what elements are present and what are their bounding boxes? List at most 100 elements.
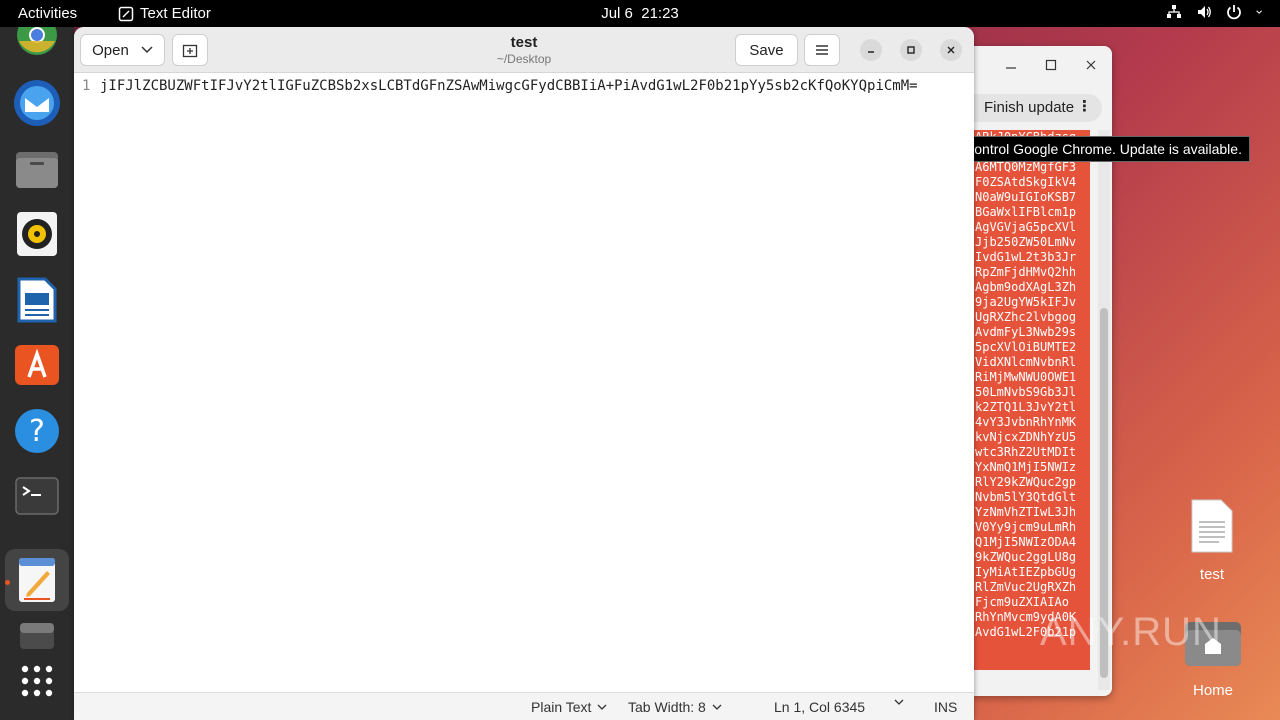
- minimize-icon: [868, 51, 874, 53]
- text-view[interactable]: 1 jIFJlZCBUZWFtIFJvY2tlIGFuZCBSb2xsLCBTd…: [74, 74, 974, 692]
- thunderbird-icon: [14, 80, 60, 126]
- selected-text-line: F0ZSAtdSkgIkV4: [975, 175, 1077, 189]
- line-number: 1: [82, 78, 91, 94]
- chrome-maximize-button[interactable]: [1040, 58, 1062, 74]
- desktop-home-label: Home: [1192, 682, 1233, 699]
- dock-terminal[interactable]: [11, 470, 63, 522]
- new-tab-button[interactable]: [172, 34, 208, 66]
- close-icon: [947, 46, 955, 54]
- selected-text-line: 4vY3JvbnRhYnMK: [975, 415, 1077, 429]
- dock-rhythmbox[interactable]: [11, 208, 63, 260]
- cursor-position[interactable]: Ln 1, Col 6345: [774, 699, 865, 715]
- dock-thunderbird[interactable]: [11, 77, 63, 129]
- selected-text-line: Agbm9odXAgL3Zh: [975, 280, 1077, 294]
- selected-text-line: k2ZTQ1L3JvY2tl: [975, 400, 1077, 414]
- chevron-down-icon: [1256, 10, 1262, 14]
- selected-text-line: kvNjcxZDNhYzU5: [975, 430, 1077, 444]
- activities-button[interactable]: Activities: [18, 5, 77, 22]
- text-editor-icon: [19, 558, 55, 602]
- maximize-icon: [1045, 59, 1057, 71]
- selected-text-line: V0Yy9jcm9uLmRh: [975, 520, 1077, 534]
- kebab-menu-icon[interactable]: ⋮: [1077, 97, 1092, 115]
- selected-text-line: 5pcXVlOiBUMTE2: [975, 340, 1077, 354]
- system-tray[interactable]: [1166, 4, 1266, 20]
- window-title: test ~/Desktop: [424, 34, 624, 66]
- power-icon: [1227, 5, 1241, 20]
- status-bar: Plain Text Tab Width: 8 Ln 1, Col 6345 I…: [74, 692, 974, 720]
- insert-mode-indicator[interactable]: INS: [934, 699, 957, 715]
- chevron-down-icon: [597, 704, 607, 710]
- text-file-icon: [1191, 499, 1233, 553]
- minimize-button[interactable]: [860, 39, 882, 61]
- selected-text-line: IvdG1wL2t3b3Jr: [975, 250, 1077, 264]
- selected-text-line: IyMiAtIEZpbGUg: [975, 565, 1077, 579]
- app-menu[interactable]: Text Editor: [118, 5, 211, 22]
- header-bar: Open test ~/Desktop Save: [74, 27, 974, 73]
- watermark: ANY.RUN: [1040, 610, 1222, 654]
- selected-text-line: RlY29kZWQuc2gp: [975, 475, 1077, 489]
- svg-text:?: ?: [29, 414, 45, 449]
- running-indicator: [5, 580, 10, 585]
- save-button[interactable]: Save: [735, 34, 798, 66]
- app-name: Text Editor: [140, 5, 211, 22]
- maximize-icon: [907, 46, 915, 54]
- writer-icon: [17, 277, 57, 323]
- main-menu-button[interactable]: [804, 34, 840, 66]
- app-grid-icon: [21, 665, 53, 697]
- clock-time[interactable]: 21:23: [641, 5, 679, 22]
- tab-width-selector[interactable]: Tab Width: 8: [628, 699, 722, 715]
- selected-text-panel: ARkJ0nYCBhdzsgdrICd7cHJpbnQgA6MTQ0MzMgfG…: [974, 130, 1090, 670]
- top-bar: Activities Text Editor Jul 6 21:23: [0, 0, 1280, 27]
- rhythmbox-icon: [17, 212, 57, 256]
- dock-show-apps[interactable]: [11, 655, 63, 707]
- chrome-close-button[interactable]: [1080, 58, 1102, 74]
- chrome-scrollbar[interactable]: [1098, 130, 1110, 690]
- desktop-file-test[interactable]: test: [1180, 498, 1244, 583]
- insert-mode-label: INS: [934, 699, 958, 715]
- selected-text-line: AgVGVjaG5pcXVl: [975, 220, 1077, 234]
- dock-files[interactable]: [11, 143, 63, 195]
- selected-text-line: YzNmVhZTIwL3Jh: [975, 505, 1077, 519]
- minimize-icon: [1006, 67, 1016, 69]
- tab-width-label: Tab Width: 8: [628, 699, 706, 715]
- clock-date[interactable]: Jul 6: [601, 5, 633, 22]
- open-button[interactable]: Open: [80, 34, 165, 66]
- close-button[interactable]: [940, 39, 962, 61]
- selected-text-line: Q1MjI5NWIzODA4: [975, 535, 1077, 549]
- selected-text-line: Fjcm9uZXIAIAo: [975, 595, 1069, 609]
- dock-drive[interactable]: [11, 617, 63, 655]
- language-selector[interactable]: Plain Text: [531, 699, 607, 715]
- hamburger-menu-icon: [816, 45, 828, 55]
- chrome-minimize-button[interactable]: [1000, 58, 1022, 74]
- selected-text-line: UgRXZhc2lvbgog: [975, 310, 1077, 324]
- selected-text-line: N0aW9uIGIoKSB7: [975, 190, 1077, 204]
- selected-text-line: RlZmVuc2UgRXZh: [975, 580, 1077, 594]
- selected-text-line: RpZmFjdHMvQ2hh: [975, 265, 1077, 279]
- selected-text-line: YxNmQ1MjI5NWIz: [975, 460, 1077, 474]
- dock-text-editor[interactable]: [5, 549, 69, 611]
- text-editor-small-icon: [118, 6, 134, 21]
- selected-text-line: RiMjMwNWU0OWE1: [975, 370, 1077, 384]
- chevron-down-icon: [894, 699, 904, 705]
- finish-update-button[interactable]: Finish update ⋮: [972, 94, 1102, 122]
- maximize-button[interactable]: [900, 39, 922, 61]
- selected-text-line: 9kZWQuc2ggLU8g: [975, 550, 1077, 564]
- cursor-position-label: Ln 1, Col 6345: [774, 699, 866, 715]
- finish-update-label: Finish update: [984, 99, 1075, 116]
- dock-chrome[interactable]: [11, 27, 63, 59]
- language-label: Plain Text: [531, 699, 592, 715]
- dock: ?: [0, 27, 74, 720]
- files-icon: [16, 152, 58, 188]
- dock-writer[interactable]: [11, 274, 63, 326]
- chevron-down-icon: [141, 46, 153, 54]
- text-line[interactable]: jIFJlZCBUZWFtIFJvY2tlIGFuZCBSb2xsLCBTdGF…: [100, 78, 972, 94]
- chrome-icon: [17, 27, 57, 55]
- dock-help[interactable]: ?: [11, 405, 63, 457]
- position-dropdown[interactable]: [894, 699, 904, 706]
- document-title: test: [510, 34, 538, 51]
- desktop-file-label: test: [1199, 566, 1225, 583]
- selected-text-line: wtc3RhZ2UtMDIt: [975, 445, 1077, 459]
- text-editor-window: Open test ~/Desktop Save 1 jIFJlZCBUZWFt…: [74, 27, 974, 720]
- dock-app-center[interactable]: [11, 339, 63, 391]
- app-center-icon: [15, 345, 59, 385]
